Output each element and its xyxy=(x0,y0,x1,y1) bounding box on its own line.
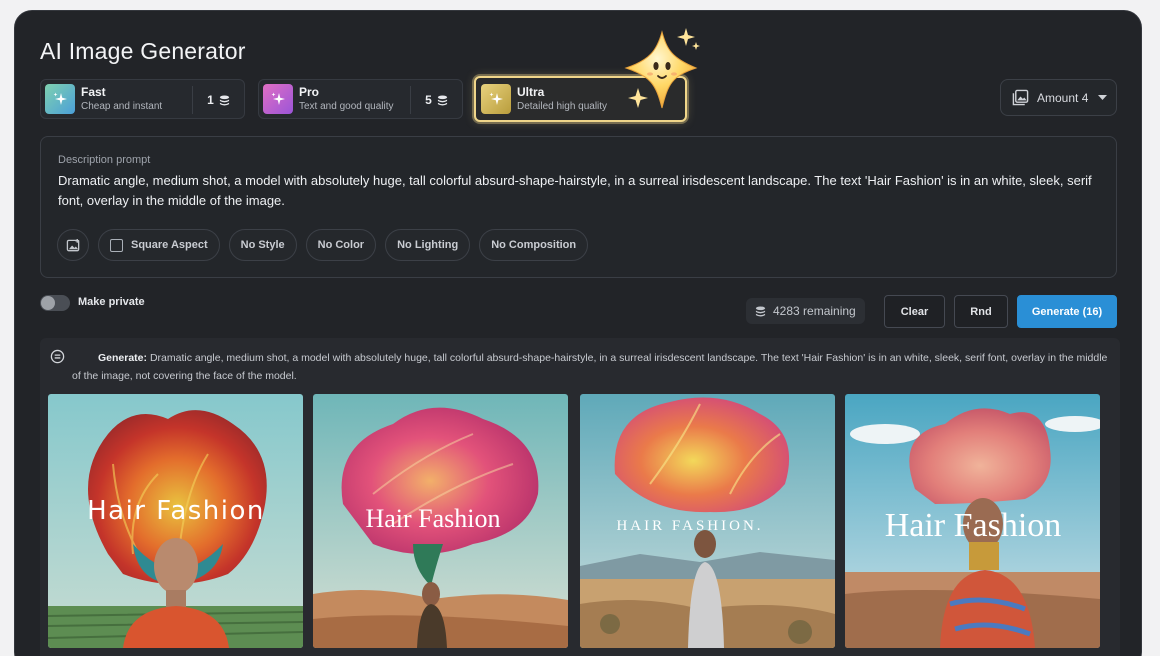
star-mascot-icon xyxy=(624,28,700,109)
tier-cost: 5 xyxy=(410,86,462,114)
image-caption: Hair Fashion xyxy=(87,496,265,526)
image-caption: HAIR FASHION. xyxy=(616,518,763,534)
result-prompt: Generate: Dramatic angle, medium shot, a… xyxy=(72,350,1112,385)
composition-chip[interactable]: No Composition xyxy=(479,229,589,261)
sparkle-icon xyxy=(45,84,75,114)
generate-button[interactable]: Generate (16) xyxy=(1017,295,1117,328)
tier-name: Ultra xyxy=(517,84,545,99)
tier-description: Cheap and instant xyxy=(81,100,163,112)
cost-value: 1 xyxy=(207,93,214,107)
image-caption: Hair Fashion xyxy=(365,504,500,533)
coin-stack-icon xyxy=(437,94,447,106)
result-prefix: Generate: xyxy=(98,352,148,364)
prompt-box: Description prompt Dramatic angle, mediu… xyxy=(40,136,1117,278)
prompt-label: Description prompt xyxy=(58,154,151,166)
checkbox-icon xyxy=(110,238,123,252)
generated-image-4[interactable]: Hair Fashion xyxy=(845,394,1100,648)
amount-label: Amount 4 xyxy=(1037,90,1089,105)
tier-description: Detailed high quality xyxy=(517,100,608,112)
option-chips: Square Aspect No Style No Color No Light… xyxy=(57,229,589,261)
tier-cost: 1 xyxy=(192,86,244,114)
image-caption: Hair Fashion xyxy=(885,507,1062,544)
chevron-down-icon xyxy=(1098,94,1108,100)
image-add-icon xyxy=(66,238,79,251)
random-button[interactable]: Rnd xyxy=(954,295,1008,328)
tier-fast-button[interactable]: Fast Cheap and instant 1 xyxy=(40,79,245,119)
images-icon xyxy=(1012,89,1029,106)
coin-stack-icon xyxy=(219,94,229,106)
tier-name: Pro xyxy=(299,84,320,99)
sparkle-icon xyxy=(263,84,293,114)
generate-status-icon xyxy=(50,349,65,364)
credits-remaining: 4283 remaining xyxy=(746,298,865,324)
page-title: AI Image Generator xyxy=(40,38,246,64)
tier-pro-button[interactable]: Pro Text and good quality 5 xyxy=(258,79,463,119)
cost-value: 5 xyxy=(425,93,432,107)
tier-description: Text and good quality xyxy=(299,100,394,112)
tier-name: Fast xyxy=(81,84,106,99)
make-private-toggle[interactable] xyxy=(40,295,70,311)
sparkle-icon xyxy=(481,84,511,114)
prompt-input[interactable]: Dramatic angle, medium shot, a model wit… xyxy=(58,171,1103,211)
generated-image-2[interactable]: Hair Fashion xyxy=(313,394,568,648)
generated-image-3[interactable]: HAIR FASHION. xyxy=(580,394,835,648)
coin-stack-icon xyxy=(755,305,766,317)
chip-label: Square Aspect xyxy=(131,239,208,251)
result-text: Dramatic angle, medium shot, a model wit… xyxy=(72,352,1108,382)
color-chip[interactable]: No Color xyxy=(305,229,377,261)
make-private-label: Make private xyxy=(78,296,145,308)
generated-image-1[interactable]: Hair Fashion xyxy=(48,394,303,648)
image-upload-button[interactable] xyxy=(57,229,89,261)
lighting-chip[interactable]: No Lighting xyxy=(385,229,471,261)
square-aspect-toggle[interactable]: Square Aspect xyxy=(98,229,220,261)
style-chip[interactable]: No Style xyxy=(228,229,297,261)
amount-dropdown[interactable]: Amount 4 xyxy=(1000,79,1117,116)
clear-button[interactable]: Clear xyxy=(884,295,945,328)
remaining-text: 4283 remaining xyxy=(773,304,856,318)
